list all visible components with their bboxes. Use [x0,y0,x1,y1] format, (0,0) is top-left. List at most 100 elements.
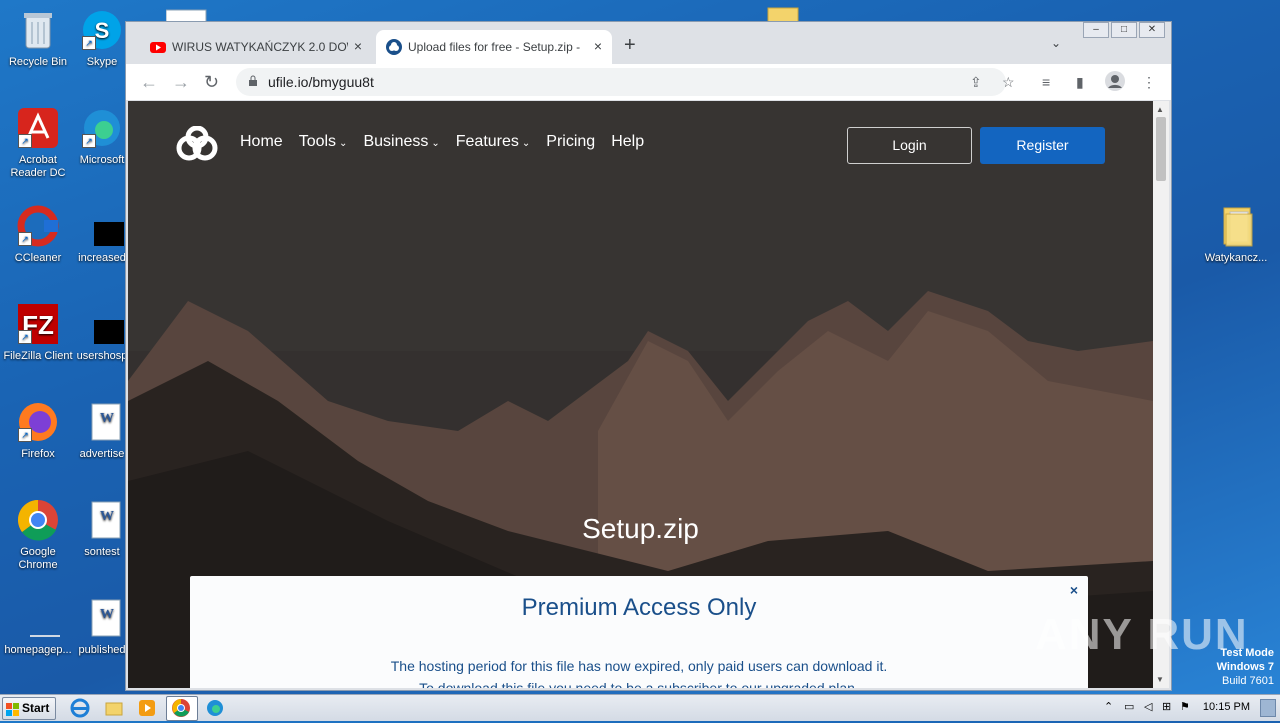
premium-access-modal: × Premium Access Only The hosting period… [190,576,1088,688]
chrome-taskbar-icon[interactable] [171,698,191,718]
side-panel-icon[interactable]: ▮ [1076,74,1084,91]
menu-item-home[interactable]: Home [240,133,283,151]
scrollbar-thumb[interactable] [1156,117,1166,181]
word-document-icon: W [80,400,124,444]
desktop-icon-skype[interactable]: S ↗ Skype [72,8,132,69]
close-window-button[interactable]: ✕ [1139,22,1165,38]
network-icon[interactable]: ⊞ [1162,700,1171,713]
menu-item-label: Business [363,133,429,150]
desktop-icon-label: usershosp [76,350,128,362]
share-icon[interactable]: ⇪ [970,74,982,91]
chrome-menu-icon[interactable]: ⋮ [1142,74,1156,91]
desktop-icon-watykanczyk-folder[interactable]: Watykancz... [1198,204,1274,265]
scroll-up-arrow-icon[interactable]: ▲ [1156,105,1164,114]
desktop-icon-firefox[interactable]: ↗ Firefox [0,400,76,461]
action-center-icon[interactable]: ▭ [1124,700,1134,713]
ccleaner-icon: ↗ [16,204,60,248]
show-desktop-button[interactable] [1260,699,1276,717]
folder-icon [1214,204,1258,248]
desktop-icon-advertise[interactable]: W advertise [72,400,132,461]
tab-title: Upload files for free - Setup.zip - ufil… [408,40,584,54]
shortcut-arrow-icon: ↗ [18,330,32,344]
desktop-icon-label: sontest [84,546,120,558]
reading-list-icon[interactable]: ≡ [1042,74,1050,90]
minimize-button[interactable]: – [1083,22,1109,38]
register-button[interactable]: Register [980,127,1105,164]
start-button[interactable]: Start [2,697,56,720]
desktop-icon-label: CCleaner [14,252,62,264]
svg-text:W: W [100,411,114,426]
tab-ufile[interactable]: Upload files for free - Setup.zip - ufil… [376,30,612,64]
black-file-icon [80,302,132,346]
tray-expand-icon[interactable]: ⌃ [1104,700,1113,713]
site-navbar: Home Tools ⌄ Business ⌄ Features ⌄ Pricing … [128,101,1153,191]
reload-button[interactable]: ↻ [204,72,219,93]
windows-flag-icon [6,702,19,716]
desktop-icon-homepagep[interactable]: homepagep... [0,596,76,657]
media-player-icon[interactable] [137,698,157,718]
vertical-scrollbar[interactable]: ▲ ▼ [1153,101,1169,688]
start-label: Start [22,701,50,715]
system-tray: ⌃ ▭ ◁ ⊞ ⚑ 10:15 PM [1104,695,1280,721]
chevron-down-icon: ⌄ [431,138,440,149]
menu-item-features[interactable]: Features ⌄ [456,133,531,151]
forward-button[interactable]: → [172,72,190,93]
desktop-icon-microsoft-edge[interactable]: ↗ Microsoft [72,106,132,167]
desktop-icon-label: Acrobat Reader DC [10,154,66,179]
menu-item-pricing[interactable]: Pricing [546,133,595,151]
address-bar[interactable]: ufile.io/bmyguu8t ⇪ ☆ [236,68,1015,96]
new-tab-button[interactable]: + [624,34,636,57]
ufile-logo-icon[interactable] [174,125,220,162]
menu-item-help[interactable]: Help [611,133,644,151]
tab-close-icon[interactable]: × [594,38,602,54]
modal-message-secondary: To download this file you need to be a s… [419,680,859,688]
desktop-icon-google-chrome[interactable]: Google Chrome [0,498,76,572]
desktop-icon-label: homepagep... [4,644,72,656]
desktop-icon-label: Firefox [21,448,55,460]
desktop-icon-ccleaner[interactable]: ↗ CCleaner [0,204,76,265]
desktop-icon-label: Microsoft [79,154,125,166]
menu-item-tools[interactable]: Tools ⌄ [299,133,348,151]
svg-text:W: W [100,509,114,524]
desktop-icon-label: published [78,644,126,656]
menu-item-label: Help [611,133,645,150]
modal-message: The hosting period for this file has now… [390,658,888,674]
desktop-icon-label: Watykancz... [1204,252,1268,264]
desktop-icon-acrobat[interactable]: ↗ Acrobat Reader DC [0,106,76,180]
test-mode-os: Windows 7 [1216,661,1274,673]
desktop-icon-filezilla[interactable]: FZ ↗ FileZilla Client [0,302,76,363]
edge-taskbar-icon[interactable] [205,698,225,718]
lock-icon [248,74,258,86]
desktop-icon-sontest[interactable]: W sontest [72,498,132,559]
desktop-folder-icon[interactable] [766,6,800,23]
desktop-icon-published[interactable]: W published [72,596,132,657]
modal-title: Premium Access Only [521,594,757,621]
tab-youtube[interactable]: WIRUS WATYKAŃCZYK 2.0 DOWNLOAD × [140,30,372,64]
desktop-icon-usershosp[interactable]: usershosp [72,302,132,363]
maximize-button[interactable]: □ [1111,22,1137,38]
firefox-icon: ↗ [16,400,60,444]
shortcut-arrow-icon: ↗ [18,428,32,442]
tab-close-icon[interactable]: × [354,38,362,54]
main-menu: Home Tools ⌄ Business ⌄ Features ⌄ Pricing … [240,133,660,151]
desktop-icon-increased[interactable]: increased [72,204,132,265]
volume-icon[interactable]: ◁ [1144,700,1152,713]
login-button[interactable]: Login [847,127,972,164]
profile-avatar-icon[interactable] [1104,70,1126,95]
file-explorer-icon[interactable] [104,698,124,718]
scroll-down-arrow-icon[interactable]: ▼ [1156,675,1164,684]
chrome-icon [16,498,60,542]
internet-explorer-icon[interactable] [70,698,90,718]
tab-search-chevron-icon[interactable]: ⌄ [1051,36,1061,50]
menu-item-label: Home [240,133,283,150]
back-button[interactable]: ← [140,72,158,93]
youtube-icon [150,39,166,55]
test-mode-label: Test Mode Windows 7 Build 7601 [1217,646,1274,688]
clock[interactable]: 10:15 PM [1203,701,1250,713]
desktop-file-icon[interactable] [165,6,210,23]
desktop-icon-recycle-bin[interactable]: Recycle Bin [0,8,76,69]
ufile-favicon-icon [386,39,402,55]
bookmark-star-icon[interactable]: ☆ [1002,74,1015,91]
flag-notification-icon[interactable]: ⚑ [1180,700,1190,713]
menu-item-business[interactable]: Business ⌄ [363,133,439,151]
